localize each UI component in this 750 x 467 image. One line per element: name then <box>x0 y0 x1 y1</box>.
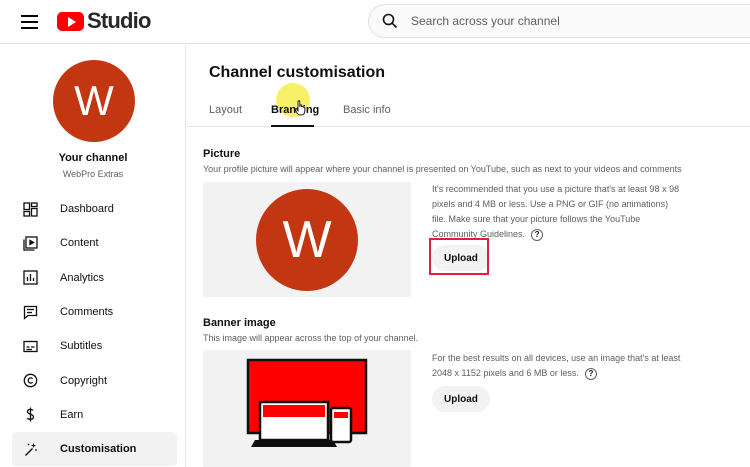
sidebar-item-dashboard[interactable]: Dashboard <box>12 192 177 226</box>
sidebar-item-label: Content <box>60 237 99 250</box>
earn-icon <box>22 407 38 423</box>
banner-upload-button[interactable]: Upload <box>432 386 490 412</box>
banner-preview <box>203 350 411 467</box>
main-content: Channel customisation Layout Branding Ba… <box>187 45 750 467</box>
customisation-icon <box>22 441 38 457</box>
page-title: Channel customisation <box>209 64 386 81</box>
tab-basic-info[interactable]: Basic info <box>343 104 391 116</box>
banner-devices-illustration <box>246 358 368 447</box>
picture-requirements: It's recommended that you use a picture … <box>432 184 680 239</box>
top-bar: Studio <box>0 0 750 44</box>
menu-icon[interactable] <box>20 12 40 32</box>
search-icon[interactable] <box>373 6 407 36</box>
help-icon[interactable]: ? <box>584 367 597 380</box>
analytics-icon <box>22 270 38 286</box>
dashboard-icon <box>22 201 38 217</box>
tab-bar: Layout Branding Basic info <box>187 83 750 127</box>
help-icon[interactable]: ? <box>531 228 544 241</box>
sidebar-item-copyright[interactable]: Copyright <box>12 363 177 397</box>
sidebar-nav: Dashboard Content Analytics Comments Sub… <box>12 192 177 467</box>
sidebar-item-analytics[interactable]: Analytics <box>12 261 177 295</box>
sidebar-item-label: Analytics <box>60 271 105 284</box>
banner-requirements: For the best results on all devices, use… <box>432 353 681 378</box>
studio-logo[interactable]: Studio <box>57 8 151 33</box>
tab-layout[interactable]: Layout <box>209 104 242 116</box>
banner-section-description: This image will appear across the top of… <box>203 333 419 343</box>
banner-info-text: For the best results on all devices, use… <box>432 351 682 381</box>
subtitles-icon <box>22 338 38 354</box>
app-title: Studio <box>87 8 151 33</box>
sidebar-item-label: Dashboard <box>60 203 114 216</box>
banner-section-title: Banner image <box>203 317 276 329</box>
sidebar-item-subtitles[interactable]: Subtitles <box>12 329 177 363</box>
avatar-letter: W <box>74 77 114 124</box>
picture-info-text: It's recommended that you use a picture … <box>432 182 682 242</box>
sidebar-item-customisation[interactable]: Customisation <box>12 432 177 467</box>
channel-name: WebPro Extras <box>62 169 124 179</box>
channel-avatar[interactable]: W <box>53 60 135 142</box>
content-icon <box>22 235 38 251</box>
sidebar: W Your channel WebPro Extras Dashboard C… <box>0 45 186 467</box>
sidebar-item-label: Copyright <box>60 374 108 387</box>
sidebar-item-label: Subtitles <box>60 340 103 353</box>
sidebar-item-label: Comments <box>60 306 114 319</box>
sidebar-item-label: Customisation <box>60 443 137 456</box>
avatar-letter: W <box>282 211 332 269</box>
picture-section-title: Picture <box>203 148 241 160</box>
copyright-icon <box>22 373 38 389</box>
your-channel-label: Your channel <box>58 152 128 164</box>
sidebar-item-comments[interactable]: Comments <box>12 295 177 329</box>
hand-cursor-icon <box>294 100 306 116</box>
picture-section-description: Your profile picture will appear where y… <box>203 164 682 174</box>
upload-highlight-box <box>429 238 489 275</box>
search-input[interactable] <box>411 14 711 28</box>
youtube-logo-icon <box>57 11 84 31</box>
sidebar-item-label: Earn <box>60 408 84 421</box>
profile-picture-preview: W <box>256 189 358 291</box>
picture-preview: W <box>203 182 411 297</box>
comments-icon <box>22 304 38 320</box>
active-tab-indicator <box>271 125 314 127</box>
search-bar[interactable] <box>368 4 750 38</box>
sidebar-item-content[interactable]: Content <box>12 226 177 260</box>
sidebar-item-earn[interactable]: Earn <box>12 398 177 432</box>
